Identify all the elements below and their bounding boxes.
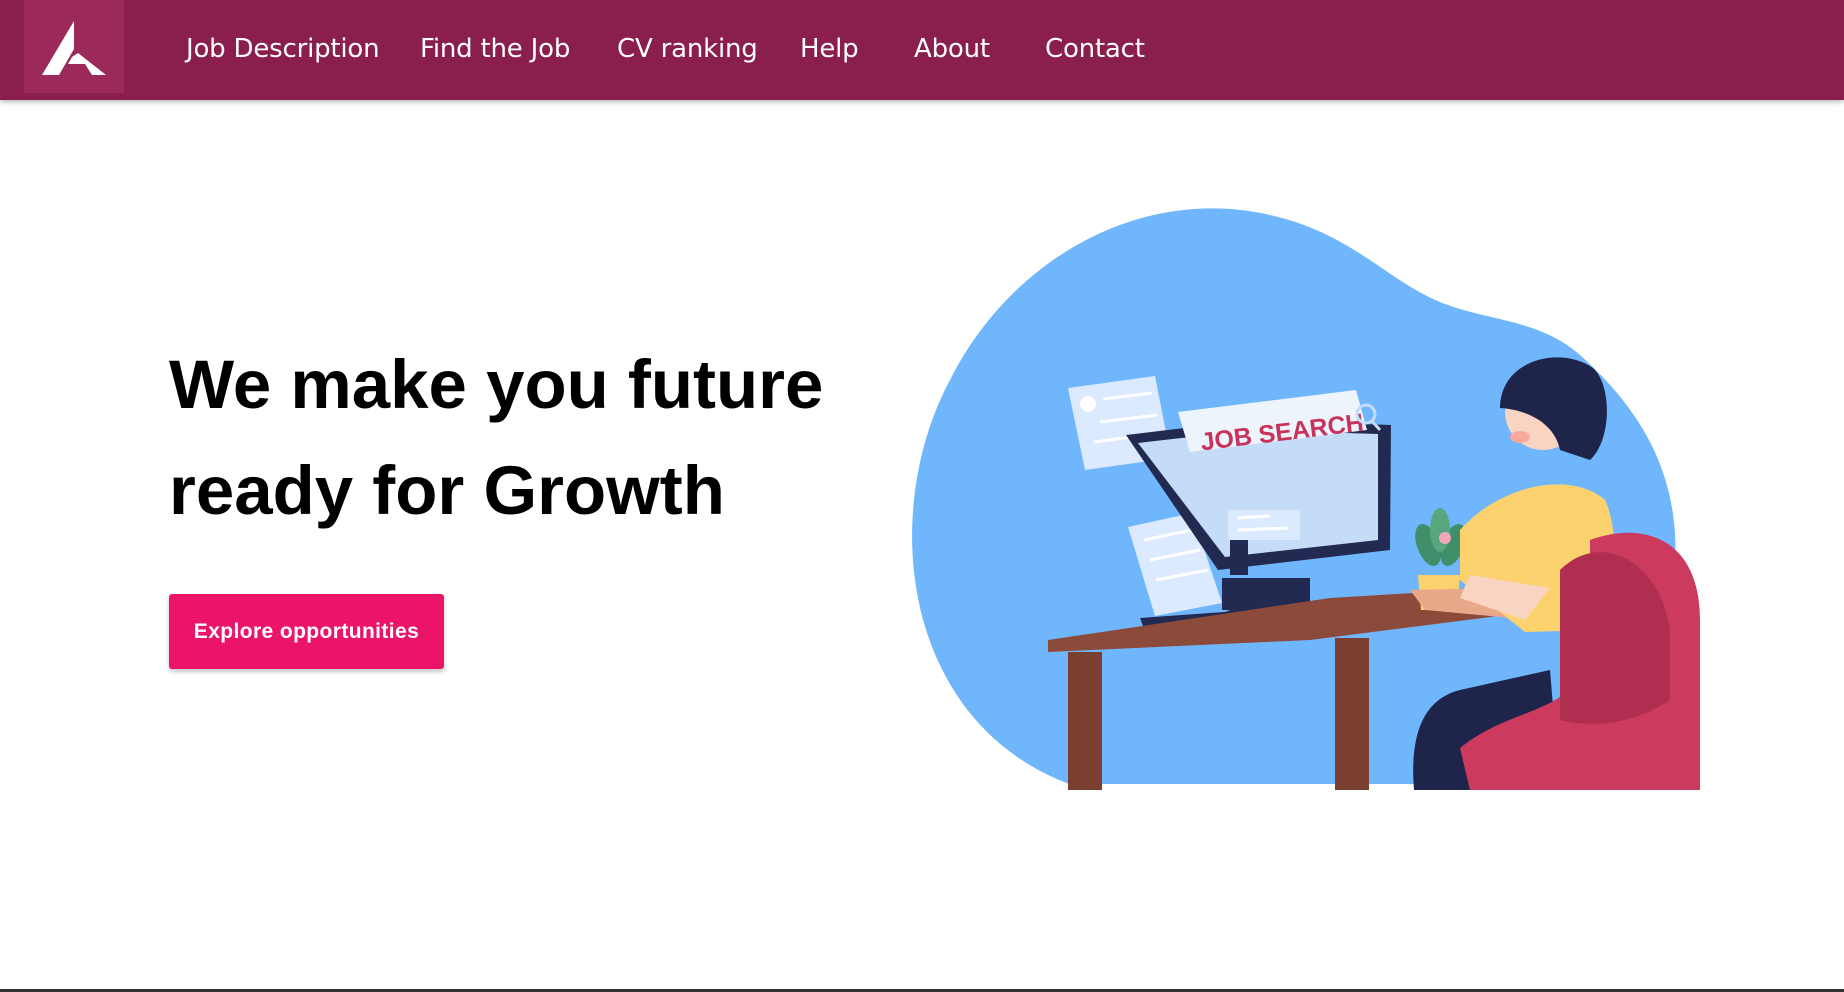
nav-link-about[interactable]: About bbox=[914, 34, 990, 64]
explore-opportunities-button[interactable]: Explore opportunities bbox=[169, 594, 444, 669]
logo-link[interactable] bbox=[24, 0, 124, 93]
hero-title-line1: We make you future bbox=[169, 346, 824, 423]
top-navbar: Job Description Find the Job CV ranking … bbox=[0, 0, 1844, 100]
hero-title-line2: ready for Growth bbox=[169, 452, 725, 529]
hero-title: We make you future ready for Growth bbox=[169, 332, 929, 544]
nav-link-job-description[interactable]: Job Description bbox=[186, 34, 380, 64]
nav-link-help[interactable]: Help bbox=[800, 34, 859, 64]
nav-link-cv-ranking[interactable]: CV ranking bbox=[617, 34, 758, 64]
nav-link-find-the-job[interactable]: Find the Job bbox=[420, 34, 570, 64]
axis-logo-icon bbox=[42, 20, 106, 75]
job-search-illustration: JOB SEARCH bbox=[912, 208, 1700, 790]
nav-link-contact[interactable]: Contact bbox=[1045, 34, 1145, 64]
